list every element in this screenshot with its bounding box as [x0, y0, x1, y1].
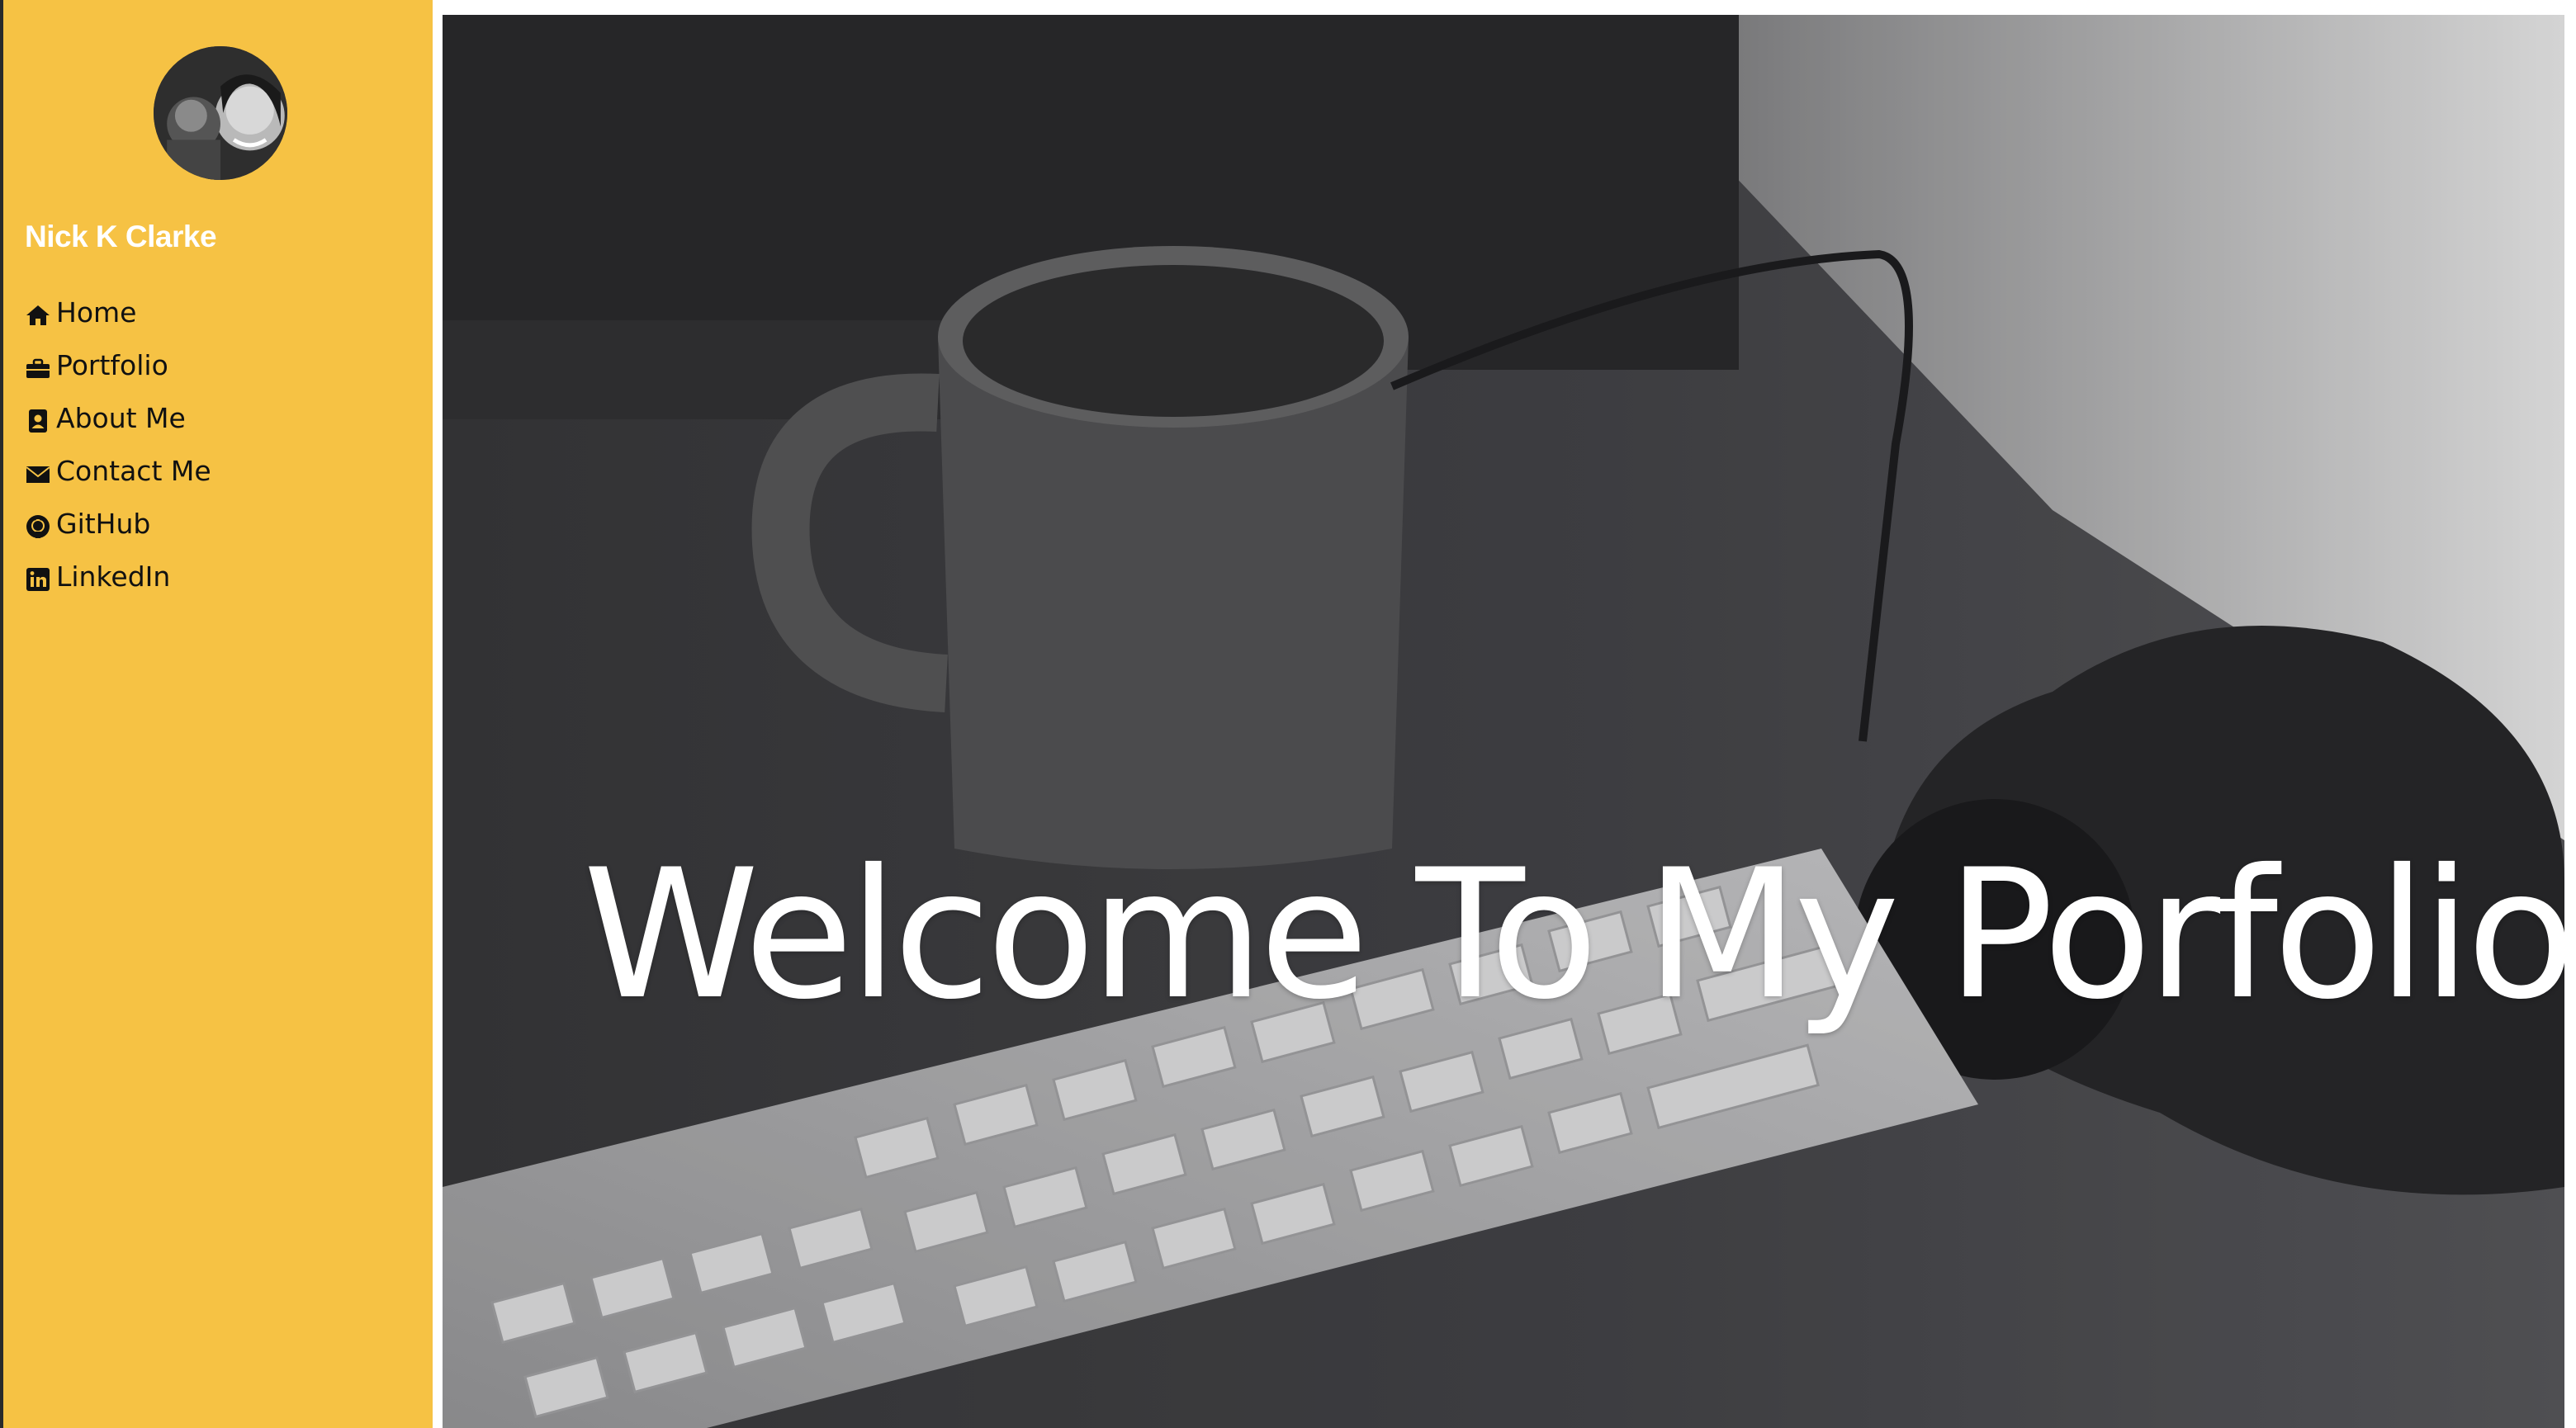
sidebar-nav: Home Portfolio About Me Contact Me GitHu… [25, 286, 211, 603]
hero-title: Welcome To My Porfolio [583, 830, 2564, 1038]
sidebar-item-label: GitHub [56, 507, 151, 540]
sidebar-item-label: Home [56, 296, 137, 329]
linkedin-icon [25, 566, 51, 593]
avatar [154, 46, 287, 180]
contact-card-icon [25, 408, 51, 434]
avatar-photo [154, 46, 287, 180]
sidebar-item-label: Portfolio [56, 348, 168, 381]
envelope-icon [25, 461, 51, 487]
sidebar: Nick K Clarke Home Portfolio About Me Co… [0, 0, 433, 1428]
sidebar-item-label: Contact Me [56, 454, 211, 487]
home-icon [25, 302, 51, 329]
hero-background-image [443, 15, 2564, 1428]
page-right-margin [2564, 0, 2576, 1428]
briefcase-icon [25, 355, 51, 381]
page: Nick K Clarke Home Portfolio About Me Co… [0, 0, 2576, 1428]
sidebar-item-home[interactable]: Home [25, 286, 211, 338]
sidebar-item-about-me[interactable]: About Me [25, 391, 211, 444]
sidebar-item-label: About Me [56, 401, 186, 434]
sidebar-item-github[interactable]: GitHub [25, 497, 211, 550]
github-icon [25, 513, 51, 540]
sidebar-item-portfolio[interactable]: Portfolio [25, 338, 211, 391]
sidebar-item-label: LinkedIn [56, 560, 171, 593]
sidebar-item-linkedin[interactable]: LinkedIn [25, 550, 211, 603]
brand-name[interactable]: Nick K Clarke [25, 220, 217, 254]
hero-banner: Welcome To My Porfolio [443, 15, 2564, 1428]
sidebar-item-contact-me[interactable]: Contact Me [25, 444, 211, 497]
